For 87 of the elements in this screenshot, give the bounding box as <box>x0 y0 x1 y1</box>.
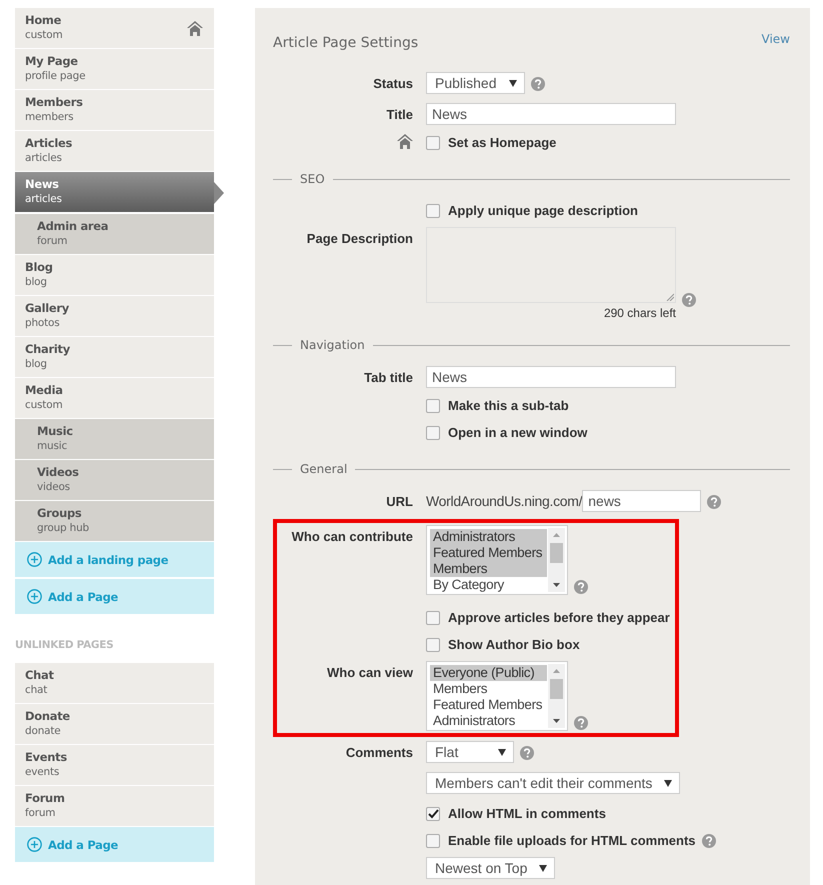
panel-title: Article Page Settings <box>273 35 418 51</box>
sidebar-item[interactable]: Gallery photos <box>15 296 214 336</box>
checkbox[interactable] <box>426 638 440 652</box>
sidebar-item[interactable]: Members members <box>15 90 214 130</box>
multi-select-list[interactable]: Administrators Featured Members Members By Category <box>426 525 568 595</box>
help-icon[interactable] <box>520 746 534 760</box>
list-option[interactable]: Administrators <box>430 713 547 729</box>
char-counter: 290 chars left <box>604 306 676 320</box>
caret-icon <box>664 780 672 786</box>
field-label: Who can view <box>327 665 413 680</box>
resize-grip-icon[interactable] <box>666 293 674 301</box>
caret-icon <box>498 748 506 756</box>
caret-icon <box>508 80 516 86</box>
sidebar-item[interactable]: Admin area forum <box>15 214 214 254</box>
checkbox-label: Allow HTML in comments <box>448 806 606 821</box>
checkbox[interactable] <box>426 834 440 848</box>
caret-icon <box>539 864 548 872</box>
sidebar-item[interactable]: Chat chat <box>15 663 214 703</box>
checkbox-label: Show Author Bio box <box>448 637 580 652</box>
text-field[interactable]: News <box>426 366 676 388</box>
text-field[interactable]: News <box>426 103 676 125</box>
dropdown[interactable]: Newest on Top <box>426 857 556 879</box>
description-field[interactable] <box>426 227 676 303</box>
pointer-arrow <box>214 182 224 204</box>
list-option[interactable]: Everyone (Public) <box>430 665 547 681</box>
list-option[interactable]: By Category <box>430 577 547 593</box>
sidebar-item[interactable]: Events events <box>15 745 214 785</box>
plus-icon <box>27 589 42 604</box>
list-option[interactable]: Administrators <box>430 529 547 545</box>
field-label: Title <box>386 107 413 122</box>
sidebar-item[interactable]: Media custom <box>15 378 214 418</box>
section-heading: UNLINKED PAGES <box>15 639 114 651</box>
checkbox[interactable] <box>426 610 440 624</box>
field-label: Who can contribute <box>292 529 413 544</box>
sidebar-item[interactable]: Home custom <box>15 8 214 48</box>
help-icon[interactable] <box>702 834 716 848</box>
field-label: Page Description <box>306 231 413 246</box>
help-icon[interactable] <box>574 716 588 730</box>
url-prefix: WorldAroundUs.ning.com/ <box>426 493 582 509</box>
checkbox-label: Apply unique page description <box>448 203 638 218</box>
sidebar-item[interactable]: Music music <box>15 419 214 459</box>
plus-icon <box>27 837 42 852</box>
field-label: Comments <box>346 745 413 760</box>
checkbox[interactable] <box>426 806 440 820</box>
checkbox-label: Approve articles before they appear <box>448 610 670 625</box>
sidebar-item[interactable]: Charity blog <box>15 337 214 377</box>
dropdown[interactable]: Published <box>426 72 524 94</box>
dropdown[interactable]: Flat <box>426 741 514 763</box>
help-icon[interactable] <box>682 293 696 307</box>
view-link[interactable]: View <box>762 32 790 46</box>
home-icon <box>187 20 203 36</box>
list-option[interactable]: Featured Members <box>430 545 547 561</box>
list-option[interactable]: Featured Members <box>430 697 547 713</box>
list-option[interactable]: Members <box>430 681 547 697</box>
checkbox[interactable] <box>426 426 440 440</box>
checkbox[interactable] <box>426 204 440 218</box>
checkbox[interactable] <box>426 136 440 150</box>
checkbox-label: Set as Homepage <box>448 135 556 150</box>
section-title: SEO <box>300 172 325 186</box>
checkbox[interactable] <box>426 398 440 412</box>
url-field[interactable]: news <box>582 490 702 512</box>
home-icon <box>397 134 413 149</box>
sidebar-item[interactable]: Groups group hub <box>15 501 214 541</box>
help-icon[interactable] <box>530 77 544 91</box>
plus-icon <box>27 552 42 567</box>
checkbox-label: Make this a sub-tab <box>448 398 569 413</box>
scrollbar[interactable] <box>548 664 565 728</box>
section-title: Navigation <box>300 338 365 352</box>
list-option[interactable]: Members <box>430 561 547 577</box>
sidebar-item[interactable]: Articles articles <box>15 131 214 171</box>
help-icon[interactable] <box>707 495 722 509</box>
sidebar-item[interactable]: My Page profile page <box>15 49 214 89</box>
field-label: Tab title <box>364 370 413 385</box>
scrollbar[interactable] <box>548 528 565 592</box>
sidebar-item[interactable]: Donate donate <box>15 704 214 744</box>
field-label: URL <box>386 494 413 509</box>
section-title: General <box>300 462 348 476</box>
multi-select-list[interactable]: Everyone (Public) Members Featured Members Administrators <box>426 661 568 731</box>
help-icon[interactable] <box>574 580 588 594</box>
dropdown[interactable]: Members can't edit their comments <box>426 772 680 794</box>
sidebar-item[interactable]: Forum forum <box>15 786 214 826</box>
sidebar-item[interactable]: Blog blog <box>15 255 214 295</box>
checkbox-label: Open in a new window <box>448 425 588 440</box>
sidebar-item[interactable]: Videos videos <box>15 460 214 500</box>
checkbox-label: Enable file uploads for HTML comments <box>448 833 696 848</box>
sidebar-item[interactable]: News articles <box>15 172 214 212</box>
field-label: Status <box>373 76 413 91</box>
